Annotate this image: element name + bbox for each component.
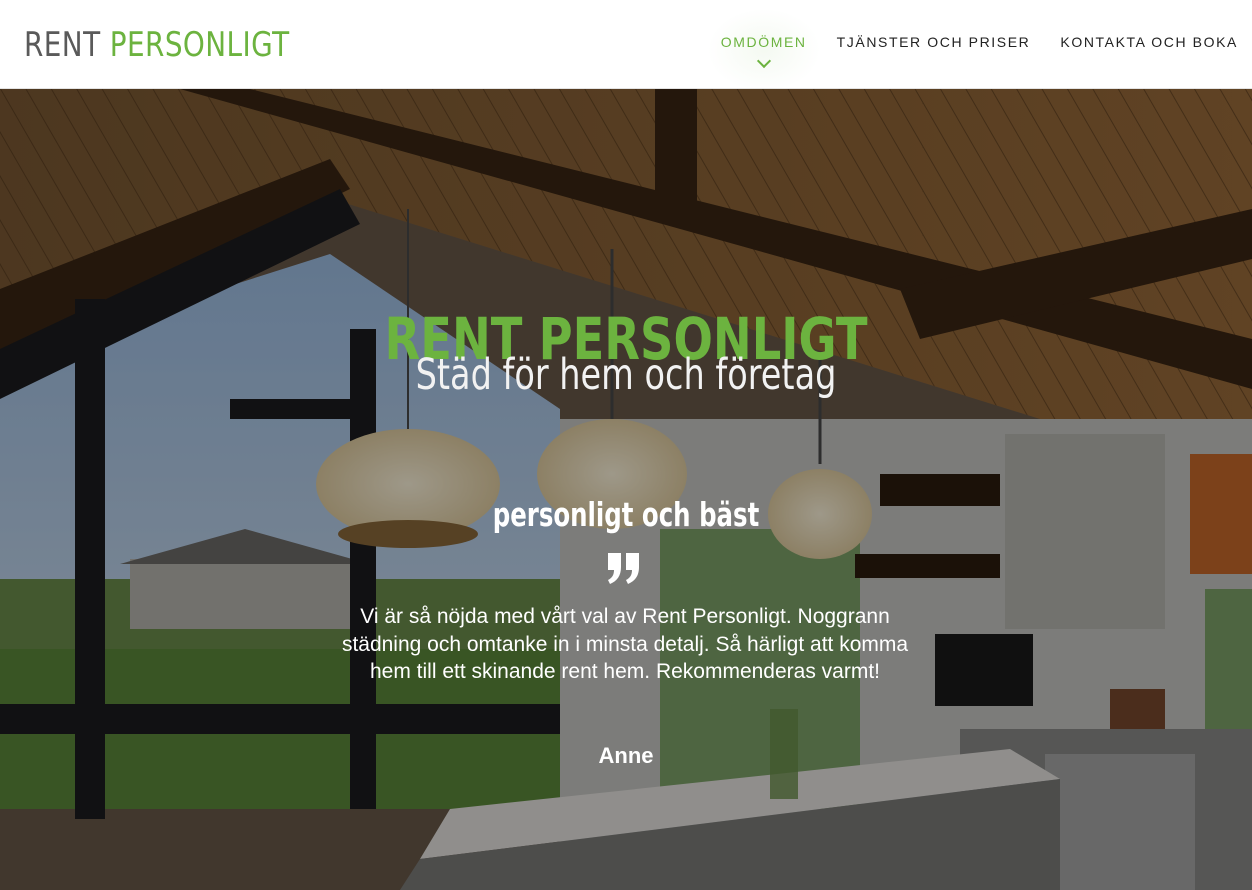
- testimonial-heading: personligt och bäst: [492, 495, 760, 534]
- nav-item-omdomen[interactable]: OMDÖMEN: [706, 8, 821, 92]
- quote-icon: [608, 553, 639, 584]
- logo-word-rent: RENT: [24, 25, 101, 65]
- nav-item-tjanster-och-priser[interactable]: TJÄNSTER OCH PRISER: [837, 34, 1031, 50]
- hero-section: RENT PERSONLIGT Städ för hem och företag…: [0, 89, 1252, 890]
- logo-word-personligt: PERSONLIGT: [109, 25, 290, 65]
- testimonial-text: Vi är så nöjda med vårt val av Rent Pers…: [341, 605, 909, 683]
- chevron-down-icon: [756, 53, 771, 69]
- nav-item-label: TJÄNSTER OCH PRISER: [836, 34, 1031, 50]
- nav-item-label: KONTAKTA OCH BOKA: [1060, 34, 1238, 50]
- site-header: RENT PERSONLIGT OMDÖMEN TJÄNSTER OCH PRI…: [0, 0, 1252, 92]
- testimonial-author: Anne: [598, 743, 654, 768]
- nav-item-kontakta-och-boka[interactable]: KONTAKTA OCH BOKA: [1060, 34, 1238, 50]
- nav-item-label: OMDÖMEN: [720, 34, 807, 50]
- hero-dark-overlay: [0, 89, 1252, 890]
- nav-active-highlight: [706, 8, 821, 92]
- hero-subtitle: Städ för hem och företag: [415, 350, 837, 400]
- site-logo[interactable]: RENT PERSONLIGT: [24, 22, 290, 68]
- main-nav: OMDÖMEN TJÄNSTER OCH PRISER KONTAKTA OCH…: [706, 8, 1238, 92]
